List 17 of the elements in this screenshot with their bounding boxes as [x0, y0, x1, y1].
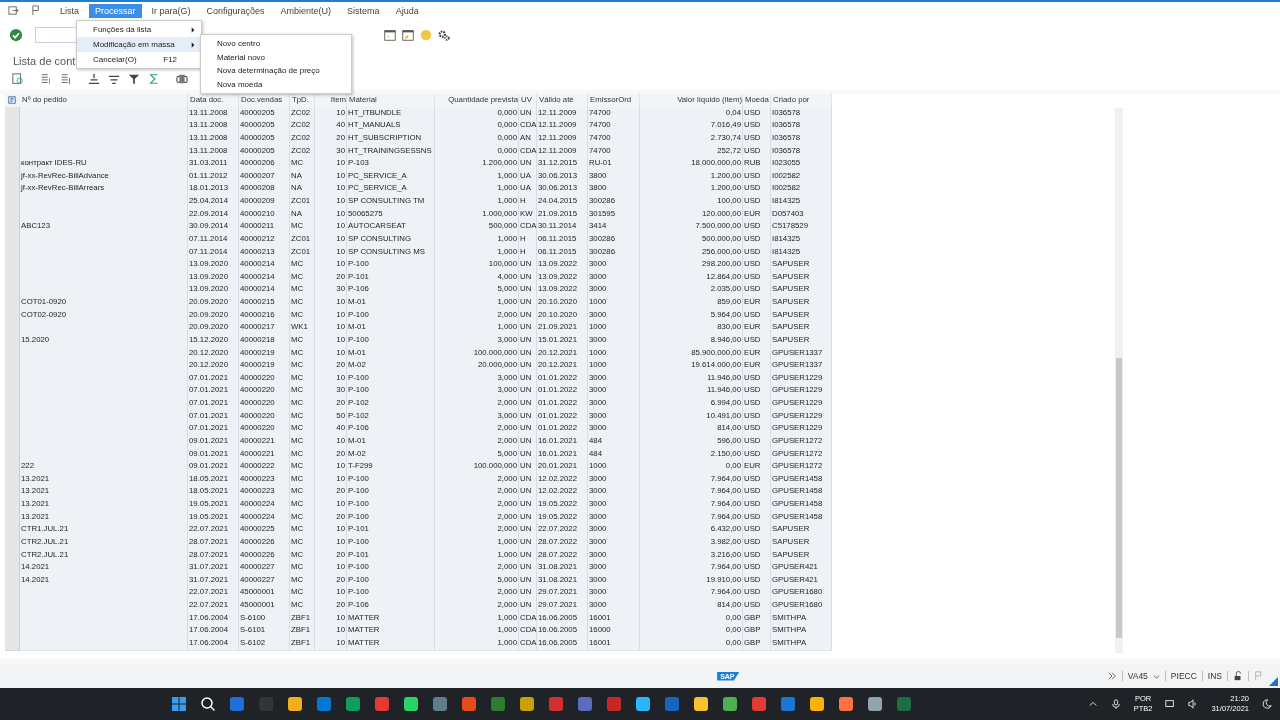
menu-option[interactable]: Nova moeda	[201, 77, 351, 91]
menu-item[interactable]: Ajuda	[389, 3, 425, 18]
menu-item[interactable]: Sistema	[341, 3, 386, 18]
menu-option[interactable]: Novo centro	[201, 37, 351, 51]
transaction-code: VA45	[1127, 671, 1148, 681]
page-title: Lista de cont	[13, 55, 76, 67]
menu-option[interactable]: Cancelar(O) F12	[77, 52, 201, 67]
menu-item[interactable]: Configurações	[200, 3, 271, 18]
menu-option[interactable]: Nova determinação de preço	[201, 64, 351, 78]
menu-option[interactable]: Modificação em massa	[77, 37, 201, 52]
menu-item[interactable]: Ambiente(U)	[274, 3, 338, 18]
insert-mode: INS	[1207, 671, 1222, 681]
menu-option[interactable]: Material novo	[201, 50, 351, 64]
menu-item[interactable]: Lista	[54, 3, 85, 18]
server-name: PIECC	[1170, 671, 1197, 681]
menu-option[interactable]: Funções da lista	[77, 22, 201, 37]
menu-item[interactable]: Ir para(G)	[145, 3, 197, 18]
